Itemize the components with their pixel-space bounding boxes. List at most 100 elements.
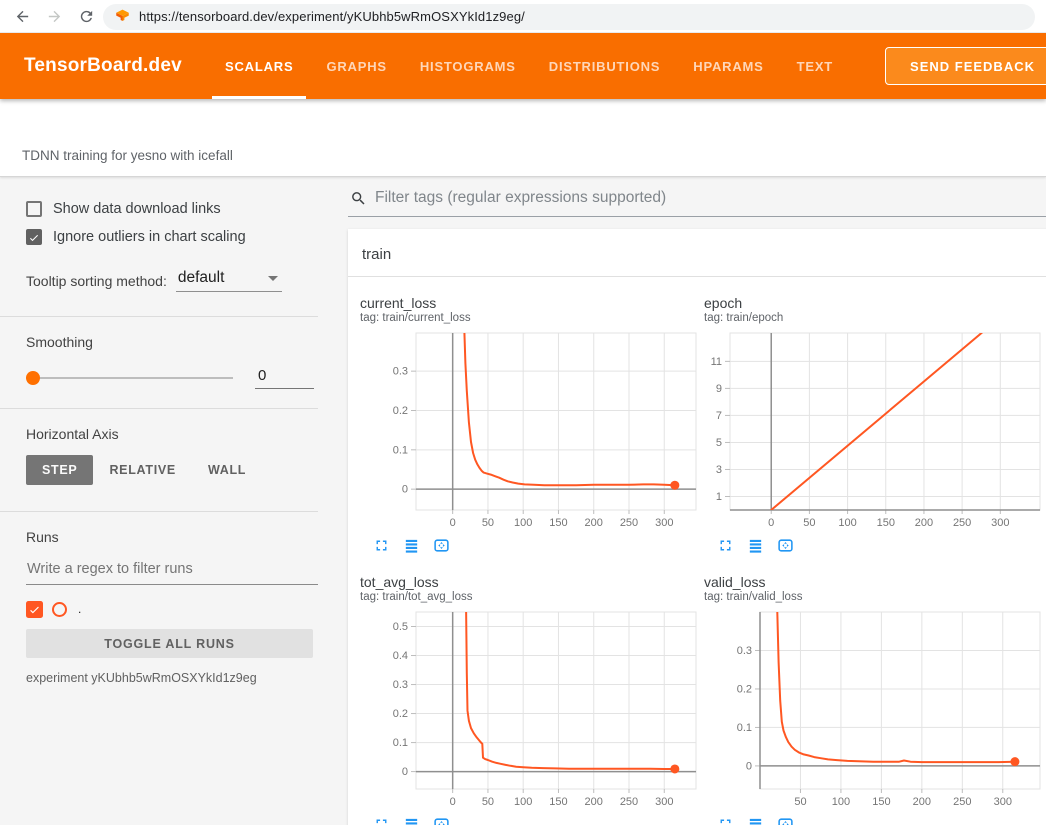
ignore-outliers-checkbox[interactable] bbox=[26, 229, 42, 245]
smoothing-slider[interactable] bbox=[26, 371, 233, 385]
svg-text:150: 150 bbox=[549, 796, 567, 808]
run-checkbox[interactable] bbox=[26, 601, 43, 618]
fit-domain-icon[interactable] bbox=[777, 816, 794, 825]
fullscreen-icon[interactable] bbox=[717, 816, 734, 825]
experiment-title: TDNN training for yesno with icefall bbox=[22, 148, 233, 163]
fit-domain-icon[interactable] bbox=[777, 537, 794, 554]
tab-hparams[interactable]: HPARAMS bbox=[693, 33, 763, 99]
svg-text:100: 100 bbox=[838, 517, 856, 529]
chevron-down-icon bbox=[268, 276, 278, 281]
svg-text:0.3: 0.3 bbox=[393, 366, 408, 378]
svg-text:0.4: 0.4 bbox=[393, 650, 408, 662]
main-content: train current_loss tag: train/current_lo… bbox=[345, 177, 1046, 825]
show-download-links-row[interactable]: Show data download links bbox=[26, 195, 318, 223]
svg-text:0: 0 bbox=[402, 484, 408, 496]
train-section-card: train current_loss tag: train/current_lo… bbox=[348, 229, 1046, 825]
search-icon bbox=[350, 190, 367, 207]
svg-text:0.2: 0.2 bbox=[737, 683, 752, 695]
app-header: TensorBoard.dev SCALARS GRAPHS HISTOGRAM… bbox=[0, 33, 1046, 99]
svg-text:250: 250 bbox=[620, 796, 638, 808]
browser-toolbar: https://tensorboard.dev/experiment/yKUbh… bbox=[0, 0, 1046, 33]
chart-tag: tag: train/tot_avg_loss bbox=[360, 591, 704, 603]
slider-knob[interactable] bbox=[26, 371, 40, 385]
chart-current-loss: current_loss tag: train/current_loss 050… bbox=[360, 295, 704, 554]
ignore-outliers-row[interactable]: Ignore outliers in chart scaling bbox=[26, 223, 318, 251]
svg-text:100: 100 bbox=[514, 796, 532, 808]
filter-tags-input[interactable] bbox=[375, 189, 975, 207]
tab-scalars[interactable]: SCALARS bbox=[225, 33, 293, 99]
data-table-icon[interactable] bbox=[747, 537, 764, 554]
tab-distributions[interactable]: DISTRIBUTIONS bbox=[549, 33, 661, 99]
chart-tag: tag: train/epoch bbox=[704, 312, 1046, 324]
svg-text:3: 3 bbox=[716, 464, 722, 476]
svg-text:150: 150 bbox=[872, 796, 890, 808]
chart-title: current_loss bbox=[360, 295, 704, 311]
svg-text:300: 300 bbox=[991, 517, 1009, 529]
svg-text:7: 7 bbox=[716, 410, 722, 422]
svg-text:200: 200 bbox=[585, 796, 603, 808]
svg-text:250: 250 bbox=[953, 517, 971, 529]
svg-text:0.3: 0.3 bbox=[737, 645, 752, 657]
line-chart-tot-avg-loss[interactable]: 05010015020025030000.10.20.30.40.5 bbox=[360, 610, 705, 810]
toggle-all-runs-button[interactable]: TOGGLE ALL RUNS bbox=[26, 629, 313, 658]
svg-text:0.1: 0.1 bbox=[393, 737, 408, 749]
horizontal-axis-label: Horizontal Axis bbox=[26, 426, 318, 442]
chart-toolbar bbox=[704, 537, 1046, 554]
axis-wall-button[interactable]: WALL bbox=[192, 455, 262, 485]
smoothing-row: 0 bbox=[26, 370, 318, 386]
tooltip-sorting-value: default bbox=[178, 269, 225, 287]
send-feedback-button[interactable]: SEND FEEDBACK bbox=[885, 47, 1046, 85]
svg-text:0.1: 0.1 bbox=[393, 444, 408, 456]
svg-text:300: 300 bbox=[655, 517, 673, 529]
chart-tot-avg-loss: tot_avg_loss tag: train/tot_avg_loss 0 50… bbox=[360, 574, 704, 825]
section-title[interactable]: train bbox=[348, 229, 1046, 276]
reload-icon[interactable] bbox=[73, 3, 99, 29]
line-chart-epoch[interactable]: 0501001502002503001357911 bbox=[704, 331, 1046, 531]
run-row[interactable]: . bbox=[26, 598, 318, 620]
address-bar[interactable]: https://tensorboard.dev/experiment/yKUbh… bbox=[103, 4, 1035, 30]
svg-text:250: 250 bbox=[620, 517, 638, 529]
svg-text:0: 0 bbox=[768, 517, 774, 529]
fit-domain-icon[interactable] bbox=[433, 537, 450, 554]
svg-text:0: 0 bbox=[450, 796, 456, 808]
svg-text:1: 1 bbox=[716, 491, 722, 503]
divider bbox=[0, 511, 318, 512]
data-table-icon[interactable] bbox=[747, 816, 764, 825]
chart-valid-loss: valid_loss tag: train/valid_loss 5010015… bbox=[704, 574, 1046, 825]
svg-text:0: 0 bbox=[746, 760, 752, 772]
brand-title: TensorBoard.dev bbox=[24, 33, 182, 99]
tooltip-sorting-label: Tooltip sorting method: bbox=[26, 273, 167, 292]
tooltip-sorting-select[interactable]: default bbox=[176, 269, 282, 292]
horizontal-axis-buttons: STEP RELATIVE WALL bbox=[26, 455, 318, 485]
svg-text:150: 150 bbox=[549, 517, 567, 529]
data-table-icon[interactable] bbox=[403, 537, 420, 554]
divider bbox=[0, 408, 318, 409]
axis-step-button[interactable]: STEP bbox=[26, 455, 93, 485]
fullscreen-icon[interactable] bbox=[373, 816, 390, 825]
svg-text:50: 50 bbox=[482, 796, 494, 808]
tab-graphs[interactable]: GRAPHS bbox=[326, 33, 386, 99]
svg-text:0: 0 bbox=[450, 517, 456, 529]
smoothing-value[interactable]: 0 bbox=[255, 367, 314, 389]
svg-text:0.2: 0.2 bbox=[393, 405, 408, 417]
tab-text[interactable]: TEXT bbox=[797, 33, 833, 99]
back-arrow-icon[interactable] bbox=[9, 3, 35, 29]
line-chart-valid-loss[interactable]: 5010015020025030000.10.20.3 bbox=[704, 610, 1046, 810]
line-chart-current-loss[interactable]: 05010015020025030000.10.20.3 bbox=[360, 331, 705, 531]
fit-domain-icon[interactable] bbox=[433, 816, 450, 825]
data-table-icon[interactable] bbox=[403, 816, 420, 825]
show-download-links-checkbox[interactable] bbox=[26, 201, 42, 217]
run-name: . bbox=[78, 602, 81, 616]
tooltip-sorting-row: Tooltip sorting method: default bbox=[26, 269, 318, 292]
charts-grid: current_loss tag: train/current_loss 050… bbox=[348, 277, 1046, 825]
tab-bar: SCALARS GRAPHS HISTOGRAMS DISTRIBUTIONS … bbox=[225, 33, 833, 99]
chart-title: epoch bbox=[704, 295, 1046, 311]
axis-relative-button[interactable]: RELATIVE bbox=[93, 455, 191, 485]
fullscreen-icon[interactable] bbox=[717, 537, 734, 554]
forward-arrow-icon[interactable] bbox=[41, 3, 67, 29]
fullscreen-icon[interactable] bbox=[373, 537, 390, 554]
tab-histograms[interactable]: HISTOGRAMS bbox=[420, 33, 516, 99]
chart-title: tot_avg_loss bbox=[360, 574, 704, 590]
runs-regex-input[interactable] bbox=[26, 561, 318, 585]
svg-text:100: 100 bbox=[514, 517, 532, 529]
